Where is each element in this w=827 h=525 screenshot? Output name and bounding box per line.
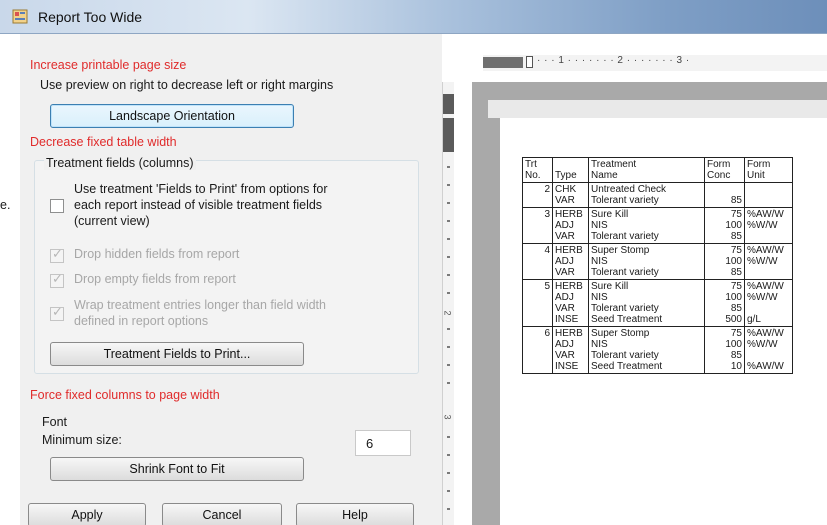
- table-row: 6 HERB ADJ VAR INSE Super Stomp NIS Tolerant …: [522, 326, 793, 374]
- ruler-left-margin-handle[interactable]: [483, 57, 523, 68]
- apply-button[interactable]: Apply: [28, 503, 146, 525]
- options-panel: Increase printable page size Use preview…: [20, 34, 442, 525]
- ruler-indent-marker[interactable]: [526, 56, 533, 68]
- treatment-fields-to-print-button[interactable]: Treatment Fields to Print...: [50, 342, 304, 366]
- vertical-ruler[interactable]: 2 3: [442, 82, 454, 525]
- table-row: 3 HERB ADJ VAR Sure Kill NIS Tolerant variet…: [522, 207, 793, 244]
- window-title: Report Too Wide: [38, 9, 143, 25]
- table-row: 4 HERB ADJ VAR Super Stomp NIS Tolerant vari…: [522, 243, 793, 280]
- minimum-size-input[interactable]: 6: [355, 430, 411, 456]
- ruler-tick: [447, 346, 450, 348]
- treatment-fields-title: Treatment fields (columns): [44, 156, 196, 170]
- ruler-top-margin-handle[interactable]: [443, 94, 454, 114]
- decrease-heading: Decrease fixed table width: [30, 135, 177, 149]
- ruler-tick: [447, 238, 450, 240]
- wrap-entries-label: Wrap treatment entries longer than field…: [74, 298, 326, 328]
- shrink-font-to-fit-button[interactable]: Shrink Font to Fit: [50, 457, 304, 481]
- header-form-conc: Form Conc: [704, 157, 745, 183]
- ruler-tick: [447, 274, 450, 276]
- header-type: Type: [552, 157, 589, 183]
- title-bar: Report Too Wide: [0, 0, 827, 34]
- header-treatment-name: Treatment Name: [588, 157, 705, 183]
- ruler-tick: [447, 382, 450, 384]
- drop-hidden-checkbox[interactable]: [50, 247, 64, 263]
- force-heading: Force fixed columns to page width: [30, 388, 220, 402]
- table-header-row: Trt No. Type Treatment Name Form Conc Form U…: [522, 157, 793, 183]
- ruler-margin-handle[interactable]: [443, 118, 454, 152]
- landscape-orientation-button[interactable]: Landscape Orientation: [50, 104, 294, 128]
- table-row: 5 HERB ADJ VAR INSE Sure Kill NIS Tolerant va…: [522, 279, 793, 327]
- ruler-tick: [447, 490, 450, 492]
- ruler-tick: [447, 166, 450, 168]
- drop-empty-checkbox[interactable]: [50, 272, 64, 288]
- wrap-entries-checkbox[interactable]: [50, 305, 64, 321]
- preview-page-header: [488, 100, 827, 118]
- ruler-tick: [447, 508, 450, 510]
- ruler-tick: [447, 256, 450, 258]
- ruler-tick: [447, 202, 450, 204]
- ruler-tick: [447, 328, 450, 330]
- use-fields-to-print-checkbox[interactable]: [50, 199, 64, 213]
- horizontal-ruler[interactable]: · · · 1 · · · · · · · 2 · · · · · · · 3 …: [483, 55, 827, 71]
- font-label: Font: [42, 415, 68, 429]
- ruler-tick: [447, 436, 450, 438]
- ruler-scale: · · · 1 · · · · · · · 2 · · · · · · · 3 …: [537, 55, 690, 66]
- increase-heading: Increase printable page size: [30, 58, 187, 72]
- header-trt-no: Trt No.: [522, 157, 553, 183]
- minimum-size-label: Minimum size:: [42, 433, 122, 447]
- help-button[interactable]: Help: [296, 503, 414, 525]
- ruler-tick: [447, 184, 450, 186]
- use-fields-to-print-label: Use treatment 'Fields to Print' from opt…: [74, 182, 328, 228]
- ruler-tick: [447, 364, 450, 366]
- increase-description: Use preview on right to decrease left or…: [40, 78, 334, 92]
- drop-hidden-label: Drop hidden fields from report: [74, 247, 240, 261]
- cancel-button[interactable]: Cancel: [162, 503, 282, 525]
- ruler-tick: [447, 472, 450, 474]
- ruler-label-2: 2: [442, 310, 453, 316]
- ruler-label-3: 3: [442, 414, 453, 420]
- header-form-unit: Form Unit: [744, 157, 793, 183]
- table-row: 2 CHK VAR Untreated Check Tolerant variety…: [522, 182, 793, 208]
- drop-empty-label: Drop empty fields from report: [74, 272, 236, 286]
- report-table: Trt No. Type Treatment Name Form Conc Form U…: [522, 157, 793, 374]
- left-edge-text: e.: [0, 198, 11, 212]
- ruler-tick: [447, 220, 450, 222]
- ruler-tick: [447, 292, 450, 294]
- app-icon: [12, 9, 28, 24]
- ruler-tick: [447, 454, 450, 456]
